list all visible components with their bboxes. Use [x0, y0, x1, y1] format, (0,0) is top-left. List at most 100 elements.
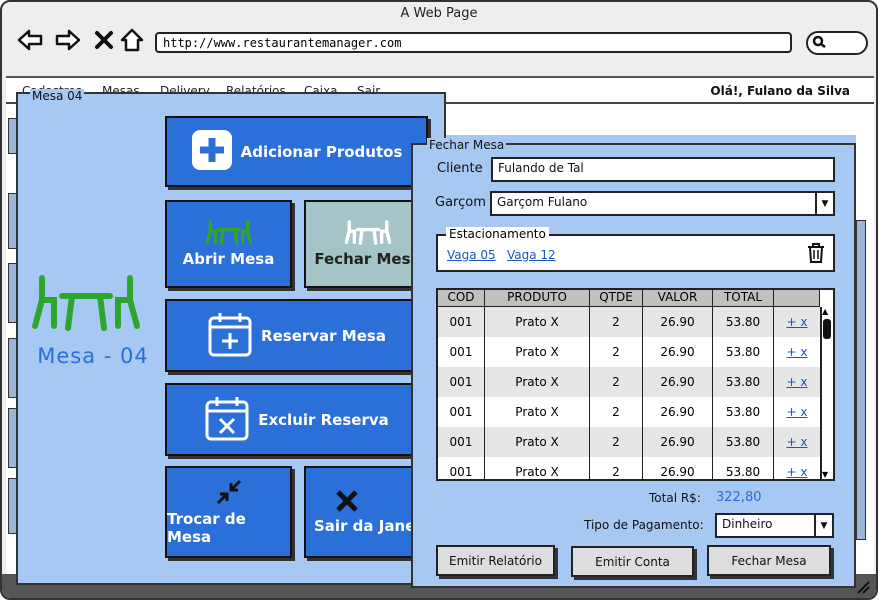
adicionar-produtos-button[interactable]: Adicionar Produtos	[165, 116, 428, 187]
table-cell: 001	[438, 427, 485, 457]
garcom-select[interactable]: Garçom Fulano ▼	[490, 191, 835, 216]
row-actions-link[interactable]: + x	[774, 397, 820, 427]
table-cell: Prato X	[485, 427, 590, 457]
back-icon[interactable]	[16, 26, 44, 54]
table-cell: Prato X	[485, 337, 590, 367]
table-cell: 26.90	[643, 427, 713, 457]
table-cell: Prato X	[485, 367, 590, 397]
table-cell: 53.80	[713, 337, 774, 367]
fechar-mesa-tile-label: Fechar Mesa	[314, 250, 421, 268]
plus-icon	[191, 129, 233, 175]
browser-title: A Web Page	[400, 6, 478, 21]
fechar-mesa-window: Fechar Mesa Cliente Fulando de Tal Garço…	[411, 138, 856, 588]
calendar-plus-icon	[207, 310, 253, 362]
trash-icon[interactable]	[807, 242, 825, 268]
table-header: VALOR	[643, 290, 713, 307]
table-row[interactable]: 001 Prato X 2 26.90 53.80 + x	[438, 427, 820, 457]
table-cell: 2	[590, 367, 643, 397]
row-actions-link[interactable]: + x	[774, 367, 820, 397]
table-row[interactable]: 001 Prato X 2 26.90 53.80 + x	[438, 337, 820, 367]
excluir-reserva-button[interactable]: Excluir Reserva	[165, 383, 428, 456]
garcom-value: Garçom Fulano	[497, 195, 588, 209]
estacionamento-label: Estacionamento	[446, 227, 549, 241]
produtos-table: COD PRODUTO QTDE VALOR TOTAL 001 Prato X2…	[436, 288, 835, 481]
stop-icon[interactable]	[90, 26, 118, 54]
resize-grip-icon	[854, 578, 870, 598]
table-header: TOTAL	[713, 290, 774, 307]
table-cell: 53.80	[713, 397, 774, 427]
table-cell: 2	[590, 337, 643, 367]
vaga-link[interactable]: Vaga 12	[507, 248, 556, 262]
table-row[interactable]: 001 Prato X 2 26.90 53.80 + x	[438, 367, 820, 397]
table-cell: 2	[590, 427, 643, 457]
forward-icon[interactable]	[54, 26, 82, 54]
chevron-down-icon[interactable]: ▼	[815, 193, 833, 214]
reservar-mesa-label: Reservar Mesa	[261, 326, 386, 345]
estacionamento-group: Estacionamento Vaga 05 Vaga 12	[436, 227, 835, 272]
fechar-mesa-window-title: Fechar Mesa	[427, 138, 507, 152]
table-green-icon	[205, 220, 252, 250]
abrir-mesa-label: Abrir Mesa	[182, 250, 275, 268]
mesa-window: Mesa 04 Mesa - 04 Adicionar Produtos Abr…	[16, 89, 446, 585]
table-header-actions	[774, 290, 820, 307]
table-cell: 2	[590, 307, 643, 337]
emitir-conta-button[interactable]: Emitir Conta	[571, 546, 694, 577]
table-cell: 26.90	[643, 397, 713, 427]
search-icon	[811, 34, 827, 54]
table-cell: 001	[438, 457, 485, 479]
chevron-down-icon[interactable]: ▼	[814, 515, 832, 536]
trocar-mesa-label: Trocar de Mesa	[167, 510, 246, 546]
table-cell: 001	[438, 337, 485, 367]
row-actions-link[interactable]: + x	[774, 457, 820, 479]
total-label: Total R$:	[649, 491, 701, 505]
close-icon	[335, 489, 359, 517]
user-greeting: Olá!, Fulano da Silva	[710, 84, 850, 98]
fechar-mesa-button[interactable]: Fechar Mesa	[707, 545, 831, 576]
table-cell: 53.80	[713, 307, 774, 337]
table-cell: Prato X	[485, 307, 590, 337]
cliente-label: Cliente	[437, 161, 483, 176]
table-cell: 53.80	[713, 427, 774, 457]
table-cell: Prato X	[485, 457, 590, 479]
table-cell: 26.90	[643, 337, 713, 367]
scroll-up-icon[interactable]: ▲	[822, 307, 828, 316]
pagamento-select[interactable]: Dinheiro ▼	[715, 513, 834, 538]
total-value: 322,80	[716, 490, 762, 505]
cliente-field[interactable]: Fulando de Tal	[491, 157, 835, 182]
adicionar-produtos-label: Adicionar Produtos	[240, 142, 403, 161]
row-actions-link[interactable]: + x	[774, 337, 820, 367]
garcom-label: Garçom	[435, 195, 486, 210]
emitir-relatorio-button[interactable]: Emitir Relatório	[436, 545, 555, 576]
table-cell: 001	[438, 397, 485, 427]
home-icon[interactable]	[118, 26, 146, 54]
table-icon	[32, 274, 140, 338]
scroll-down-icon[interactable]: ▼	[822, 470, 828, 479]
mesa-window-title: Mesa 04	[21, 89, 93, 103]
pagamento-label: Tipo de Pagamento:	[584, 518, 704, 532]
table-cell: 26.90	[643, 457, 713, 479]
table-header: COD	[438, 290, 485, 307]
mesa-number-label: Mesa - 04	[37, 344, 149, 368]
compress-arrows-icon	[215, 478, 243, 510]
table-cell: 26.90	[643, 367, 713, 397]
row-actions-link[interactable]: + x	[774, 307, 820, 337]
table-cell: 2	[590, 397, 643, 427]
table-white-icon	[344, 220, 391, 250]
table-row[interactable]: 001 Prato X 2 26.90 53.80 + x	[438, 397, 820, 427]
excluir-reserva-label: Excluir Reserva	[258, 410, 389, 429]
search-field[interactable]	[806, 31, 868, 55]
table-cell: Prato X	[485, 397, 590, 427]
scroll-thumb[interactable]	[823, 319, 831, 339]
calendar-x-icon	[204, 394, 250, 446]
url-field[interactable]: http://www.restaurantemanager.com	[155, 32, 792, 53]
table-row[interactable]: 001 Prato X 2 26.90 53.80 + x	[438, 307, 820, 337]
trocar-mesa-button[interactable]: Trocar de Mesa	[165, 466, 292, 558]
table-cell: 2	[590, 457, 643, 479]
table-row[interactable]: 001 Prato X 2 26.90 53.80 + x	[438, 457, 820, 479]
row-actions-link[interactable]: + x	[774, 427, 820, 457]
reservar-mesa-button[interactable]: Reservar Mesa	[165, 299, 428, 372]
abrir-mesa-button[interactable]: Abrir Mesa	[165, 200, 292, 288]
table-cell: 26.90	[643, 307, 713, 337]
table-scrollbar[interactable]: ▲ ▼	[820, 307, 833, 479]
vaga-link[interactable]: Vaga 05	[447, 248, 496, 262]
